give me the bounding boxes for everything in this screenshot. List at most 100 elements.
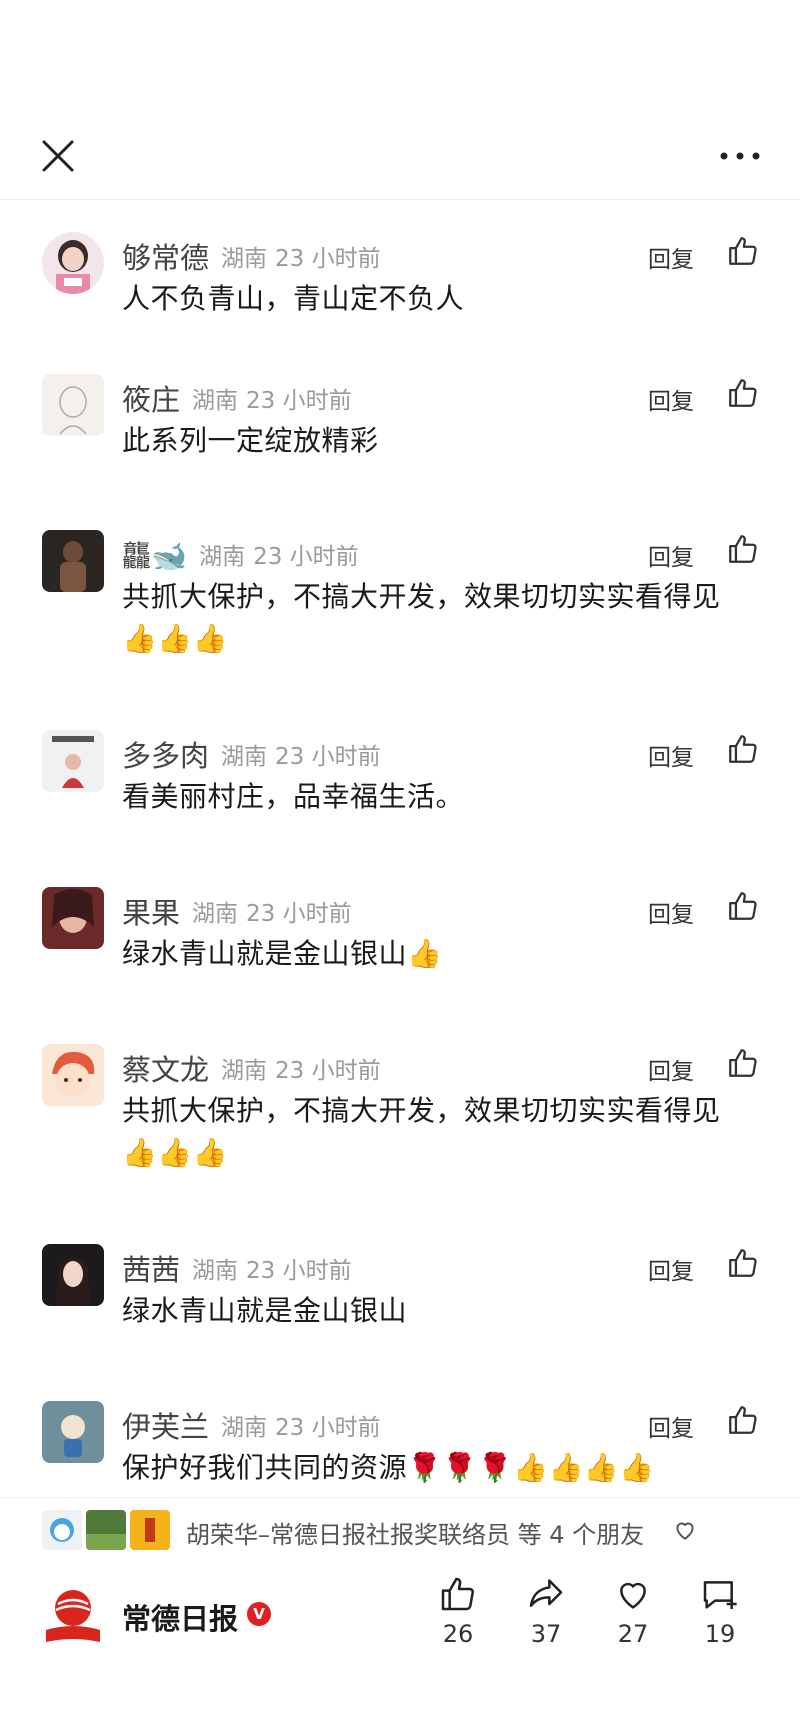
friend-avatar (130, 1510, 170, 1550)
username[interactable]: 茜茜 (122, 1247, 180, 1289)
like-button[interactable] (726, 732, 760, 766)
like-action[interactable]: 26 (428, 1574, 488, 1648)
close-icon (42, 140, 74, 172)
reply-button[interactable]: 回复 (648, 382, 694, 416)
reply-button[interactable]: 回复 (648, 1052, 694, 1086)
thumbs-up-icon (729, 1249, 757, 1277)
like-button[interactable] (726, 1246, 760, 1280)
timestamp: 23 小时前 (246, 388, 352, 414)
changde-daily-logo (46, 1590, 100, 1642)
avatar[interactable] (42, 530, 104, 592)
comment-text: 保护好我们共同的资源🌹🌹🌹👍👍👍👍 (122, 1451, 655, 1484)
favorite-action[interactable]: 27 (603, 1574, 663, 1648)
reply-button[interactable]: 回复 (648, 1409, 694, 1443)
region: 湖南 (221, 1415, 268, 1441)
username[interactable]: 果果 (122, 890, 180, 932)
timestamp: 23 小时前 (246, 901, 352, 927)
reply-button[interactable]: 回复 (648, 895, 694, 929)
comment-text: 看美丽村庄，品幸福生活。 (122, 780, 465, 813)
timestamp: 23 小时前 (275, 246, 381, 272)
reply-button[interactable]: 回复 (648, 738, 694, 772)
username[interactable]: 够常德 (122, 235, 209, 277)
timestamp: 23 小时前 (275, 1415, 381, 1441)
like-button[interactable] (726, 234, 760, 268)
region: 湖南 (199, 544, 246, 570)
comment-meta: 筱庄 湖南 23 小时前 (122, 378, 352, 418)
username[interactable]: 蔡文龙 (122, 1047, 209, 1089)
comment-text: 共抓大保护，不搞大开发，效果切切实实看得见👍👍👍 (122, 1094, 721, 1169)
avatar[interactable] (42, 374, 104, 436)
thumbs-up-icon (729, 237, 757, 265)
username[interactable]: 伊芙兰 (122, 1404, 209, 1446)
comment-item: 茜茜 湖南 23 小时前 回复 绿水青山就是金山银山 (0, 1212, 800, 1370)
more-button[interactable] (718, 144, 762, 168)
thumbs-up-icon (729, 379, 757, 407)
friends-liked-bar[interactable]: 胡荣华–常德日报社报奖联络员 等 4 个朋友 (0, 1497, 800, 1565)
avatar[interactable] (42, 1244, 104, 1306)
avatar[interactable] (42, 730, 104, 792)
reply-button[interactable]: 回复 (648, 1252, 694, 1286)
timestamp: 23 小时前 (275, 1058, 381, 1084)
comment-meta: 茜茜 湖南 23 小时前 (122, 1248, 352, 1288)
friends-liked-text: 胡荣华–常德日报社报奖联络员 等 4 个朋友 (186, 1521, 645, 1549)
region: 湖南 (221, 1058, 268, 1084)
thumbs-up-icon (441, 1577, 474, 1611)
avatar[interactable] (42, 232, 104, 294)
avatar[interactable] (42, 887, 104, 949)
comment-item: 蔡文龙 湖南 23 小时前 回复 共抓大保护，不搞大开发，效果切切实实看得见👍👍… (0, 1012, 800, 1212)
thumbs-up-icon (729, 535, 757, 563)
timestamp: 23 小时前 (253, 544, 359, 570)
region: 湖南 (221, 246, 268, 272)
username[interactable]: 龘🐋 (122, 533, 187, 575)
comment-text: 绿水青山就是金山银山👍 (122, 937, 443, 970)
comment-item: 伊芙兰 湖南 23 小时前 回复 保护好我们共同的资源🌹🌹🌹👍👍👍👍 (0, 1369, 800, 1496)
top-bar (0, 110, 800, 200)
heart-outline-icon (676, 1522, 694, 1540)
timestamp: 23 小时前 (275, 744, 381, 770)
comment-meta: 蔡文龙 湖南 23 小时前 (122, 1048, 381, 1088)
reply-button[interactable]: 回复 (648, 240, 694, 274)
username[interactable]: 筱庄 (122, 377, 180, 419)
region: 湖南 (192, 901, 239, 927)
thumbs-up-icon (729, 892, 757, 920)
like-button[interactable] (726, 1403, 760, 1437)
comment-list[interactable]: 够常德 湖南 23 小时前 回复 人不负青山，青山定不负人 筱庄 湖南 23 小… (0, 200, 800, 1496)
comment-count: 19 (704, 1620, 736, 1648)
thumbs-up-icon (729, 735, 757, 763)
comment-text: 人不负青山，青山定不负人 (122, 282, 465, 315)
region: 湖南 (221, 744, 268, 770)
thumbs-up-icon (729, 1049, 757, 1077)
comment-plus-icon (703, 1581, 737, 1609)
publisher-name[interactable]: 常德日报 (122, 1596, 238, 1638)
like-button[interactable] (726, 889, 760, 923)
reply-button[interactable]: 回复 (648, 538, 694, 572)
heart-icon (620, 1582, 646, 1609)
bottom-bar: 常德日报 V 26 37 27 19 (0, 1566, 800, 1735)
timestamp: 23 小时前 (246, 1258, 352, 1284)
comment-item: 筱庄 湖南 23 小时前 回复 此系列一定绽放精彩 (0, 342, 800, 484)
favorite-count: 27 (617, 1620, 649, 1648)
share-count: 37 (530, 1620, 562, 1648)
verified-badge: V (247, 1602, 271, 1626)
more-icon (720, 152, 760, 160)
share-icon (529, 1579, 563, 1607)
avatar[interactable] (42, 1044, 104, 1106)
thumbs-up-icon (729, 1406, 757, 1434)
like-button[interactable] (726, 532, 760, 566)
close-button[interactable] (38, 136, 78, 176)
region: 湖南 (192, 388, 239, 414)
comment-meta: 多多肉 湖南 23 小时前 (122, 734, 381, 774)
friend-avatar (42, 1510, 82, 1550)
comment-meta: 伊芙兰 湖南 23 小时前 (122, 1405, 381, 1445)
comment-item: 多多肉 湖南 23 小时前 回复 看美丽村庄，品幸福生活。 (0, 698, 800, 856)
share-action[interactable]: 37 (516, 1574, 576, 1648)
region: 湖南 (192, 1258, 239, 1284)
comment-text: 此系列一定绽放精彩 (122, 424, 379, 457)
comment-meta: 龘🐋 湖南 23 小时前 (122, 534, 359, 574)
publisher-logo[interactable] (40, 1582, 106, 1648)
comment-action[interactable]: 19 (690, 1574, 750, 1648)
like-button[interactable] (726, 1046, 760, 1080)
like-button[interactable] (726, 376, 760, 410)
avatar[interactable] (42, 1401, 104, 1463)
username[interactable]: 多多肉 (122, 733, 209, 775)
